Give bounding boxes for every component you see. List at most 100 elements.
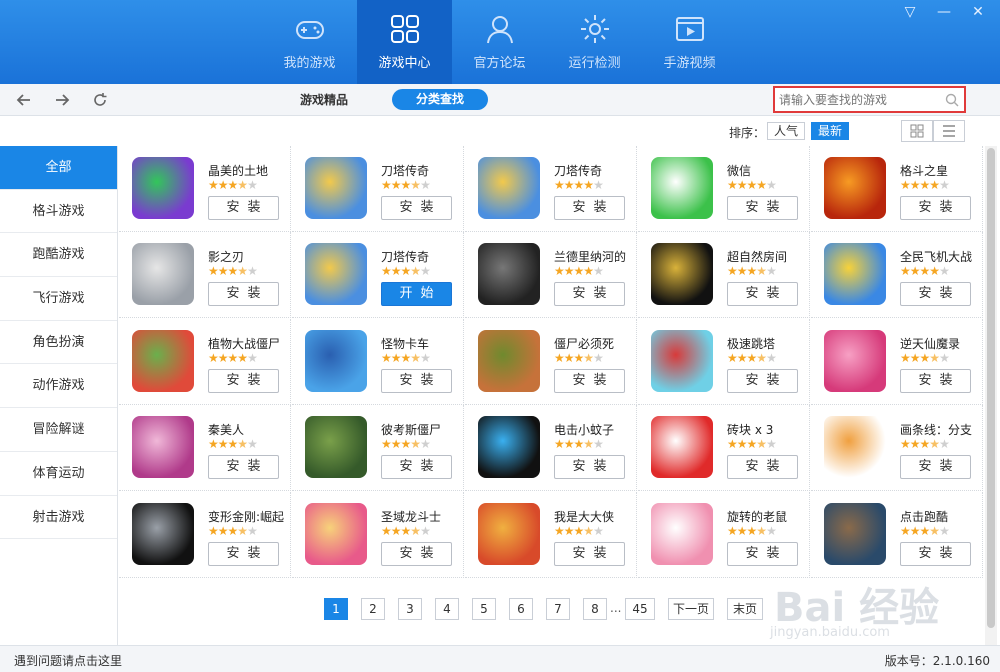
app-icon[interactable] [824, 329, 886, 392]
app-icon[interactable] [305, 502, 367, 565]
app-name[interactable]: 电击小蚊子 [554, 421, 636, 438]
app-card[interactable]: 超自然房间 ★★★★★ 安装 [638, 232, 810, 319]
app-icon[interactable] [132, 243, 194, 306]
page-button[interactable]: 2 [361, 598, 385, 620]
app-card[interactable]: 秦美人 ★★★★★ 安装 [119, 405, 291, 492]
app-card[interactable]: 彼考斯僵尸 ★★★★★ 安装 [292, 405, 464, 492]
nav-tab-3[interactable]: 运行检测 [547, 0, 642, 84]
app-icon[interactable] [305, 157, 367, 219]
sidebar-item-0[interactable]: 全部 [0, 146, 117, 190]
app-card[interactable]: 微信 ★★★★★ 安装 [638, 146, 810, 232]
app-name[interactable]: 极速跳塔 [727, 335, 809, 352]
app-card[interactable]: 刀塔传奇 ★★★★★ 安装 [465, 146, 637, 232]
app-icon[interactable] [651, 416, 713, 479]
tab-category-search[interactable]: 分类查找 [392, 89, 488, 110]
app-card[interactable]: 圣域龙斗士 ★★★★★ 安装 [292, 491, 464, 578]
list-view-button[interactable] [933, 120, 965, 142]
app-name[interactable]: 植物大战僵尸 [208, 335, 290, 352]
grid-view-button[interactable] [901, 120, 933, 142]
install-button[interactable]: 安装 [208, 368, 279, 393]
back-icon[interactable] [14, 90, 34, 110]
app-name[interactable]: 砖块 x 3 [727, 421, 809, 438]
app-card[interactable]: 我是大大侠 ★★★★★ 安装 [465, 491, 637, 578]
search-icon[interactable] [944, 92, 960, 108]
install-button[interactable]: 安装 [208, 455, 279, 480]
app-icon[interactable] [478, 416, 540, 479]
app-name[interactable]: 影之刃 [208, 248, 290, 265]
scrollbar-thumb[interactable] [987, 148, 995, 628]
app-card[interactable]: 极速跳塔 ★★★★★ 安装 [638, 318, 810, 405]
install-button[interactable]: 安装 [554, 368, 625, 393]
sidebar-item-7[interactable]: 体育运动 [0, 452, 117, 496]
help-link[interactable]: 遇到问题请点击这里 [14, 652, 122, 669]
app-name[interactable]: 格斗之皇 [900, 162, 982, 179]
sidebar-item-5[interactable]: 动作游戏 [0, 364, 117, 409]
app-card[interactable]: 全民飞机大战 ★★★★★ 安装 [811, 232, 983, 319]
install-button[interactable]: 安装 [208, 541, 279, 566]
start-button[interactable]: 开始 [381, 282, 452, 307]
app-name[interactable]: 旋转的老鼠 [727, 508, 809, 525]
app-icon[interactable] [651, 329, 713, 392]
app-icon[interactable] [305, 243, 367, 306]
app-icon[interactable] [132, 416, 194, 479]
nav-tab-2[interactable]: 官方论坛 [452, 0, 547, 84]
install-button[interactable]: 安装 [900, 455, 971, 480]
app-name[interactable]: 点击跑酷 [900, 508, 982, 525]
app-card[interactable]: 影之刃 ★★★★★ 安装 [119, 232, 291, 319]
app-card[interactable]: 砖块 x 3 ★★★★★ 安装 [638, 405, 810, 492]
page-button[interactable]: 7 [546, 598, 570, 620]
nav-tab-0[interactable]: 我的游戏 [262, 0, 357, 84]
install-button[interactable]: 安装 [900, 282, 971, 307]
scrollbar[interactable] [985, 146, 997, 645]
app-icon[interactable] [305, 416, 367, 479]
sidebar-item-1[interactable]: 格斗游戏 [0, 190, 117, 234]
app-name[interactable]: 画条线：分支 [900, 421, 982, 438]
sidebar-item-4[interactable]: 角色扮演 [0, 321, 117, 365]
app-name[interactable]: 刀塔传奇 [554, 162, 636, 179]
install-button[interactable]: 安装 [727, 541, 798, 566]
app-card[interactable]: 兰德里纳河的 ★★★★★ 安装 [465, 232, 637, 319]
sort-newest-button[interactable]: 最新 [811, 122, 849, 140]
app-card[interactable]: 格斗之皇 ★★★★★ 安装 [811, 146, 983, 232]
install-button[interactable]: 安装 [727, 455, 798, 480]
tab-featured-games[interactable]: 游戏精品 [300, 91, 348, 108]
app-card[interactable]: 怪物卡车 ★★★★★ 安装 [292, 318, 464, 405]
app-card[interactable]: 刀塔传奇 ★★★★★ 开始 [292, 232, 464, 319]
install-button[interactable]: 安装 [900, 368, 971, 393]
app-card[interactable]: 逆天仙魔录 ★★★★★ 安装 [811, 318, 983, 405]
app-icon[interactable] [305, 329, 367, 392]
refresh-icon[interactable] [90, 90, 110, 110]
app-icon[interactable] [824, 502, 886, 565]
forward-icon[interactable] [52, 90, 72, 110]
install-button[interactable]: 安装 [554, 196, 625, 220]
app-icon[interactable] [651, 157, 713, 219]
app-icon[interactable] [478, 157, 540, 219]
nav-tab-1[interactable]: 游戏中心 [357, 0, 452, 84]
sort-popular-button[interactable]: 人气 [767, 122, 805, 140]
install-button[interactable]: 安装 [208, 196, 279, 220]
app-name[interactable]: 刀塔传奇 [381, 248, 463, 265]
app-icon[interactable] [824, 157, 886, 219]
dropdown-menu-icon[interactable]: ▽ [902, 4, 918, 20]
end-page-button[interactable]: 末页 [727, 598, 763, 620]
nav-tab-4[interactable]: 手游视频 [642, 0, 737, 84]
page-button-last[interactable]: 45 [625, 598, 655, 620]
app-name[interactable]: 彼考斯僵尸 [381, 421, 463, 438]
next-page-button[interactable]: 下一页 [668, 598, 714, 620]
search-input[interactable] [775, 88, 940, 111]
page-button[interactable]: 6 [509, 598, 533, 620]
install-button[interactable]: 安装 [554, 455, 625, 480]
app-name[interactable]: 兰德里纳河的 [554, 248, 636, 265]
app-icon[interactable] [651, 243, 713, 306]
app-card[interactable]: 旋转的老鼠 ★★★★★ 安装 [638, 491, 810, 578]
app-icon[interactable] [824, 416, 886, 479]
app-icon[interactable] [132, 329, 194, 392]
app-icon[interactable] [651, 502, 713, 565]
page-button[interactable]: 8 [583, 598, 607, 620]
app-name[interactable]: 逆天仙魔录 [900, 335, 982, 352]
install-button[interactable]: 安装 [208, 282, 279, 307]
page-button[interactable]: 4 [435, 598, 459, 620]
app-card[interactable]: 变形金刚:崛起 ★★★★★ 安装 [119, 491, 291, 578]
page-button[interactable]: 3 [398, 598, 422, 620]
app-name[interactable]: 秦美人 [208, 421, 290, 438]
